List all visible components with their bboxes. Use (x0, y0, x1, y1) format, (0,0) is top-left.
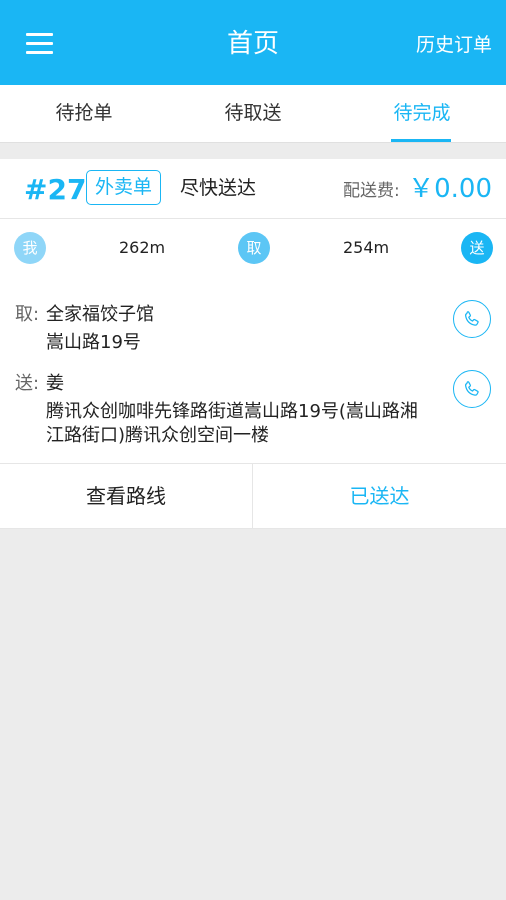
history-orders-link[interactable]: 历史订单 (416, 32, 492, 58)
fee-value: ￥0.00 (408, 174, 492, 204)
app-header: 首页 历史订单 (0, 0, 506, 85)
mark-delivered-button[interactable]: 已送达 (253, 464, 506, 528)
distance-to-dropoff: 254m (343, 238, 390, 257)
fee-label: 配送费: (343, 181, 400, 201)
phone-icon (465, 381, 479, 396)
tab-to-grab[interactable]: 待抢单 (0, 85, 168, 143)
phone-icon (465, 311, 479, 326)
order-type-badge: 外卖单 (86, 170, 162, 205)
tab-to-complete[interactable]: 待完成 (338, 85, 506, 143)
pickup-name: 全家福饺子馆 (46, 304, 154, 325)
pickup-label: 取: (15, 304, 40, 325)
call-recipient-button[interactable] (453, 370, 491, 408)
tab-to-pickup[interactable]: 待取送 (169, 85, 337, 143)
courier-location-icon: 我 (14, 232, 46, 264)
call-pickup-button[interactable] (453, 300, 491, 338)
pickup-address: 嵩山路19号 (46, 332, 141, 353)
order-actions: 查看路线 已送达 (0, 463, 506, 529)
distance-to-pickup: 262m (119, 238, 166, 257)
dropoff-label: 送: (15, 373, 40, 394)
order-card: #27 外卖单 尽快送达 配送费: ￥0.00 我 262m 取 254m 送 … (0, 159, 506, 529)
order-tabs: 待抢单 待取送 待完成 (0, 85, 506, 143)
view-route-button[interactable]: 查看路线 (0, 464, 253, 528)
recipient-name: 姜 (46, 373, 64, 394)
divider (0, 218, 506, 219)
delivery-time: 尽快送达 (180, 177, 257, 199)
dropoff-point-icon: 送 (461, 232, 493, 264)
order-number: #27 (24, 173, 87, 206)
pickup-point-icon: 取 (238, 232, 270, 264)
active-tab-indicator (391, 139, 451, 142)
dropoff-address-line1: 腾讯众创咖啡先锋路街道嵩山路19号(嵩山路湘 (46, 401, 418, 422)
dropoff-address-line2: 江路街口)腾讯众创空间一楼 (46, 425, 270, 446)
